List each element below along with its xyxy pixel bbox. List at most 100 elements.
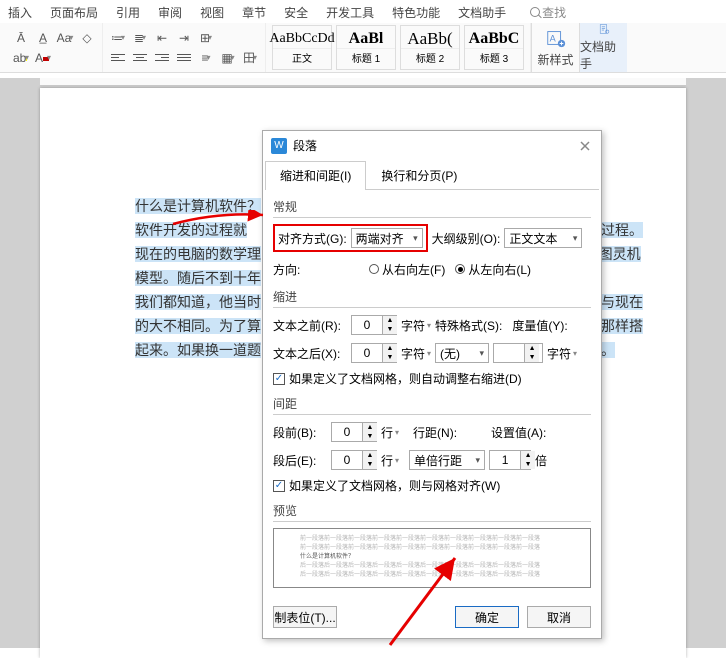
horizontal-ruler[interactable] bbox=[40, 78, 686, 86]
indent-before-input[interactable] bbox=[352, 316, 382, 334]
spin-down-icon[interactable]: ▼ bbox=[363, 460, 377, 469]
style-heading2[interactable]: AaBb(标题 2 bbox=[400, 25, 460, 70]
special-format-value: (无) bbox=[440, 345, 460, 362]
space-after-spinner[interactable]: ▲▼ bbox=[331, 450, 377, 470]
indent-before-spinner[interactable]: ▲▼ bbox=[351, 315, 397, 335]
spin-up-icon[interactable]: ▲ bbox=[363, 423, 377, 432]
space-before-spinner[interactable]: ▲▼ bbox=[331, 422, 377, 442]
spin-down-icon[interactable]: ▼ bbox=[525, 353, 539, 362]
style-heading1[interactable]: AaBl标题 1 bbox=[336, 25, 396, 70]
line-spacing-combo[interactable]: 单倍行距▾ bbox=[409, 450, 485, 470]
tab-review[interactable]: 审阅 bbox=[158, 4, 182, 21]
tab-dochelper[interactable]: 文档助手 bbox=[458, 4, 506, 21]
setvalue-spinner[interactable]: ▲▼ bbox=[489, 450, 531, 470]
tab-toggle-icon[interactable]: ⊞▾ bbox=[197, 29, 215, 47]
unit-bei-label: 倍 bbox=[535, 452, 547, 469]
doc-line6a: 的大不相同。为了算 bbox=[135, 318, 261, 334]
doc-line7a: 起来。如果换一道题 bbox=[135, 342, 261, 358]
spin-down-icon[interactable]: ▼ bbox=[363, 432, 377, 441]
tab-section[interactable]: 章节 bbox=[242, 4, 266, 21]
align-right-icon[interactable] bbox=[153, 49, 171, 67]
line-spacing-icon[interactable]: ≡▾ bbox=[197, 49, 215, 67]
snap-grid-checkbox[interactable]: ✓如果定义了文档网格，则与网格对齐(W) bbox=[273, 477, 591, 494]
dec-indent-icon[interactable]: ⇤ bbox=[153, 29, 171, 47]
doc-helper-label: 文档助手 bbox=[580, 38, 627, 72]
spin-up-icon[interactable]: ▲ bbox=[525, 344, 539, 353]
doc-line4a: 模型。随后不到十年 bbox=[135, 270, 261, 286]
close-icon bbox=[579, 140, 591, 152]
style-h1-preview: AaBl bbox=[349, 30, 384, 48]
style-body[interactable]: AaBbCcDd正文 bbox=[272, 25, 332, 70]
bullets-icon[interactable]: ≔▾ bbox=[109, 29, 127, 47]
spin-down-icon[interactable]: ▼ bbox=[383, 325, 397, 334]
tabstops-button[interactable]: 制表位(T)... bbox=[273, 606, 337, 628]
style-h3-preview: AaBbC bbox=[469, 30, 520, 48]
shading-icon[interactable]: ▦▾ bbox=[219, 49, 237, 67]
spin-up-icon[interactable]: ▲ bbox=[521, 451, 535, 460]
unit-line-label2: 行 bbox=[381, 452, 393, 469]
doc-line5a: 我们都知道，他当时 bbox=[135, 294, 261, 310]
dialog-logo-icon: W bbox=[271, 138, 287, 154]
tab-line-page-breaks[interactable]: 换行和分页(P) bbox=[366, 161, 472, 190]
outline-combo[interactable]: 正文文本▾ bbox=[504, 228, 582, 248]
numbering-icon[interactable]: ≣▾ bbox=[131, 29, 149, 47]
change-case-icon[interactable]: Aa▾ bbox=[56, 29, 74, 47]
align-center-icon[interactable] bbox=[131, 49, 149, 67]
special-format-combo[interactable]: (无)▾ bbox=[435, 343, 489, 363]
inc-indent-icon[interactable]: ⇥ bbox=[175, 29, 193, 47]
space-after-input[interactable] bbox=[332, 451, 362, 469]
tab-view[interactable]: 视图 bbox=[200, 4, 224, 21]
dialog-title: 段落 bbox=[293, 137, 317, 154]
direction-rtl-radio[interactable]: 从右向左(F) bbox=[369, 261, 445, 278]
new-style-button[interactable]: A 新样式 bbox=[531, 23, 579, 72]
special-format-label: 特殊格式(S): bbox=[435, 317, 502, 334]
indent-after-spinner[interactable]: ▲▼ bbox=[351, 343, 397, 363]
borders-icon[interactable]: 田▾ bbox=[241, 49, 259, 67]
align-justify-icon[interactable] bbox=[175, 49, 193, 67]
measure-spinner[interactable]: ▲▼ bbox=[493, 343, 543, 363]
font-size-inc-icon[interactable]: A̲ bbox=[34, 29, 52, 47]
tab-security[interactable]: 安全 bbox=[284, 4, 308, 21]
doc-line3a: 现在的电脑的数学理 bbox=[135, 246, 261, 262]
new-style-icon: A bbox=[545, 27, 567, 49]
tab-indent-spacing[interactable]: 缩进和间距(I) bbox=[265, 161, 366, 190]
tab-pagelayout[interactable]: 页面布局 bbox=[50, 4, 98, 21]
space-before-input[interactable] bbox=[332, 423, 362, 441]
cancel-button[interactable]: 取消 bbox=[527, 606, 591, 628]
font-color-icon[interactable]: A▾ bbox=[34, 49, 52, 67]
spin-up-icon[interactable]: ▲ bbox=[383, 316, 397, 325]
search-command[interactable]: 查找 bbox=[530, 4, 566, 21]
highlight-icon[interactable]: ab▾ bbox=[12, 49, 30, 67]
style-heading3[interactable]: AaBbC标题 3 bbox=[464, 25, 524, 70]
spin-up-icon[interactable]: ▲ bbox=[383, 344, 397, 353]
style-body-preview: AaBbCcDd bbox=[269, 30, 334, 48]
clear-format-icon[interactable]: ◇ bbox=[78, 29, 96, 47]
outline-label: 大纲级别(O): bbox=[432, 230, 501, 247]
close-button[interactable] bbox=[577, 138, 593, 154]
indent-before-label: 文本之前(R): bbox=[273, 317, 347, 334]
alignment-combo[interactable]: 两端对齐▾ bbox=[351, 228, 423, 248]
alignment-value: 两端对齐 bbox=[356, 230, 404, 247]
search-label: 查找 bbox=[542, 6, 566, 20]
align-left-icon[interactable] bbox=[109, 49, 127, 67]
radio-icon bbox=[455, 264, 465, 274]
style-h1-label: 标题 1 bbox=[337, 48, 395, 66]
tab-insert[interactable]: 插入 bbox=[8, 4, 32, 21]
doc-helper-button[interactable]: 文档助手 bbox=[579, 23, 627, 72]
doc-helper-icon bbox=[593, 23, 615, 36]
tab-devtools[interactable]: 开发工具 bbox=[326, 4, 374, 21]
direction-ltr-radio[interactable]: 从左向右(L) bbox=[455, 261, 531, 278]
indent-after-label: 文本之后(X): bbox=[273, 345, 347, 362]
spin-down-icon[interactable]: ▼ bbox=[521, 460, 535, 469]
tab-features[interactable]: 特色功能 bbox=[392, 4, 440, 21]
spin-up-icon[interactable]: ▲ bbox=[363, 451, 377, 460]
font-size-dec-icon[interactable]: Ā bbox=[12, 29, 30, 47]
indent-after-input[interactable] bbox=[352, 344, 382, 362]
svg-text:A: A bbox=[549, 34, 556, 44]
spin-down-icon[interactable]: ▼ bbox=[383, 353, 397, 362]
tab-references[interactable]: 引用 bbox=[116, 4, 140, 21]
measure-input[interactable] bbox=[494, 344, 524, 362]
highlight-alignment-box: 对齐方式(G): 两端对齐▾ bbox=[273, 224, 428, 252]
setvalue-input[interactable] bbox=[490, 451, 520, 469]
auto-indent-checkbox[interactable]: ✓如果定义了文档网格，则自动调整右缩进(D) bbox=[273, 370, 591, 387]
